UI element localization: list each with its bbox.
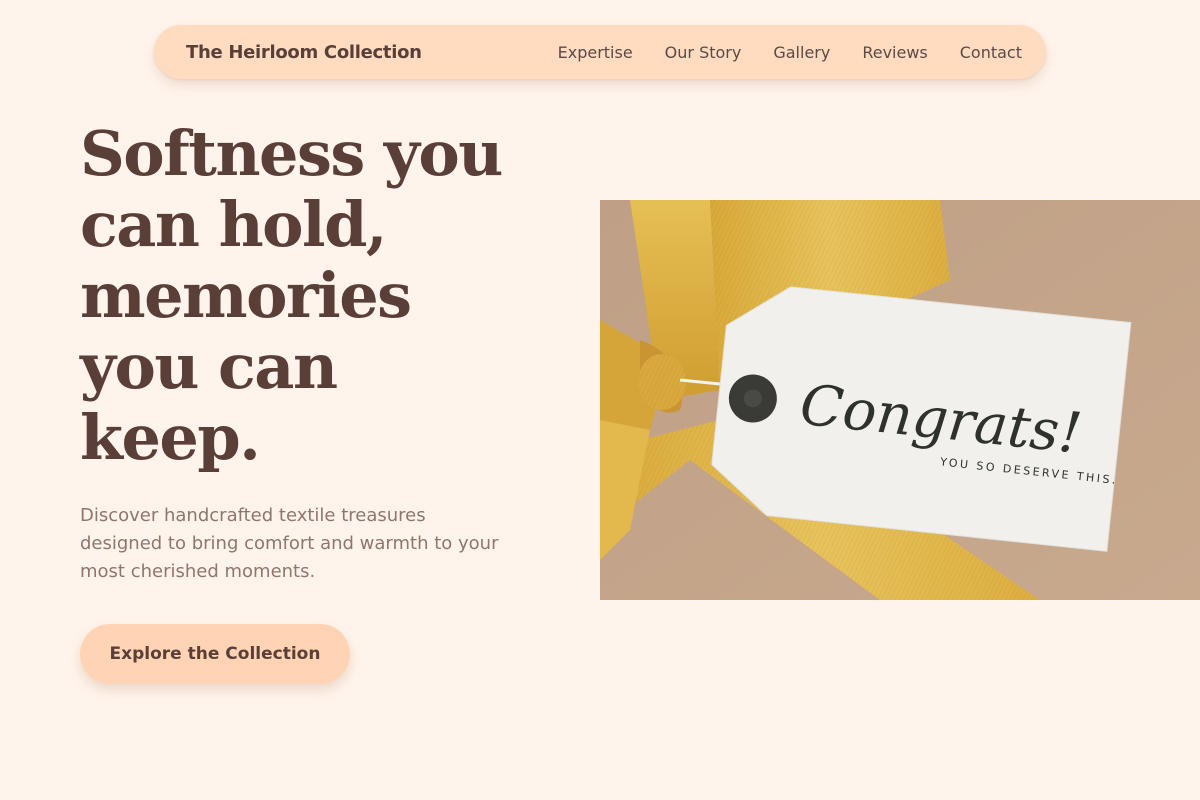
hero-image: Congrats! YOU SO DESERVE THIS. (600, 200, 1200, 600)
nav-link-gallery[interactable]: Gallery (773, 43, 830, 62)
nav-link-our-story[interactable]: Our Story (665, 43, 742, 62)
top-nav: The Heirloom Collection Expertise Our St… (154, 25, 1046, 79)
headline-line: you can (80, 330, 338, 403)
subtext-line: most cherished moments. (80, 561, 316, 582)
hero-headline: Softness you can hold, memories you can … (80, 118, 550, 473)
headline-line: keep. (80, 401, 261, 474)
headline-line: can hold, (80, 188, 388, 261)
headline-line: memories (80, 259, 412, 332)
headline-line: Softness you (80, 117, 503, 190)
nav-link-contact[interactable]: Contact (960, 43, 1022, 62)
nav-links: Expertise Our Story Gallery Reviews Cont… (558, 43, 1022, 62)
gift-tag-illustration: Congrats! YOU SO DESERVE THIS. (600, 200, 1200, 600)
brand-logo-text[interactable]: The Heirloom Collection (186, 42, 422, 63)
nav-link-expertise[interactable]: Expertise (558, 43, 633, 62)
page: The Heirloom Collection Expertise Our St… (0, 0, 1200, 800)
gift-tag: Congrats! YOU SO DESERVE THIS. (711, 286, 1132, 552)
subtext-line: Discover handcrafted textile treasures (80, 505, 426, 526)
subtext-line: designed to bring comfort and warmth to … (80, 533, 499, 554)
hero-subtext: Discover handcrafted textile treasures d… (80, 502, 530, 586)
explore-collection-button[interactable]: Explore the Collection (80, 624, 350, 684)
nav-link-reviews[interactable]: Reviews (862, 43, 927, 62)
